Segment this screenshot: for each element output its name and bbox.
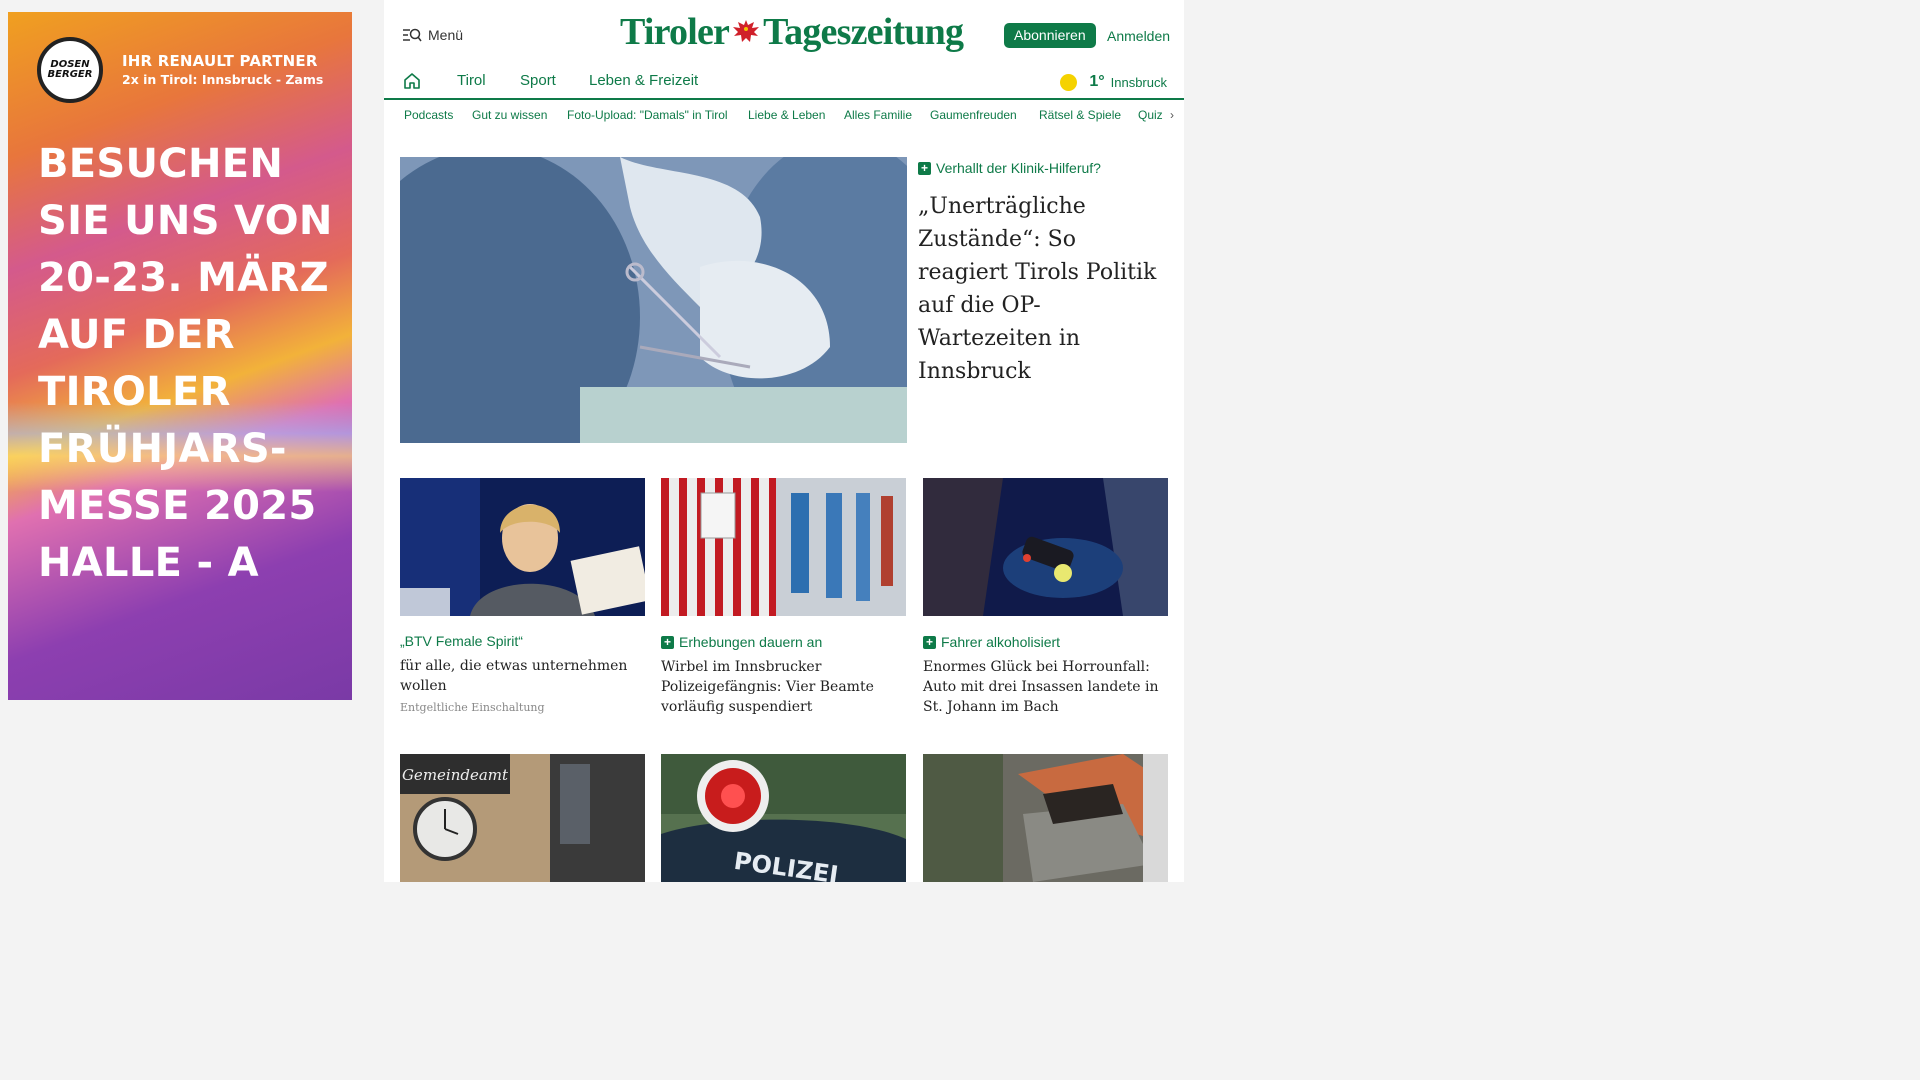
subnav-item-liebe-leben[interactable]: Liebe & Leben: [748, 108, 825, 122]
article-image: [661, 478, 906, 616]
dosenberger-logo: DOSEN BERGER: [37, 37, 103, 103]
subnav-item-alles-familie[interactable]: Alles Familie: [844, 108, 912, 122]
login-link[interactable]: Anmelden: [1107, 28, 1170, 44]
card-kicker: „BTV Female Spirit“: [400, 633, 523, 649]
plus-icon: +: [661, 635, 674, 649]
menu-search-icon: [403, 28, 422, 42]
weather-widget[interactable]: 1° Innsbruck: [1060, 73, 1167, 91]
sign-text: Gemeindeamt: [402, 766, 509, 784]
chevron-right-icon[interactable]: ›: [1170, 108, 1174, 122]
article-image: [923, 478, 1168, 616]
sponsored-note: Entgeltliche Einschaltung: [400, 701, 545, 714]
card-kicker: + Fahrer alkoholisiert: [923, 634, 1168, 650]
tyrolean-eagle-icon: [733, 20, 760, 42]
subscribe-button[interactable]: Abonnieren: [1004, 23, 1096, 48]
lead-kicker-text: Verhallt der Klinik-Hilferuf?: [936, 160, 1101, 176]
article-card[interactable]: + Fahrer alkoholisiert Enormes Glück bei…: [923, 478, 1168, 717]
article-image-gemeindeamt[interactable]: Gemeindeamt: [400, 754, 645, 882]
article-card[interactable]: „BTV Female Spirit“ für alle, die etwas …: [400, 478, 645, 714]
main-navigation: Tirol Sport Leben & Freizeit 1° Innsbruc…: [384, 68, 1184, 100]
subnav-item-gaumenfreuden[interactable]: Gaumenfreuden: [930, 108, 1017, 122]
surgery-photo: [400, 157, 907, 443]
tab-leben-freizeit[interactable]: Leben & Freizeit: [589, 72, 698, 89]
sun-icon: [1060, 73, 1078, 91]
subnav-item-foto-upload[interactable]: Foto-Upload: "Damals" in Tirol: [567, 108, 728, 122]
main-column: Menü Tiroler Tageszeitung Abonnieren Anm…: [384, 0, 1184, 882]
card-title: für alle, die etwas unternehmen wollen: [400, 658, 628, 694]
home-icon[interactable]: [403, 72, 421, 90]
plus-icon: +: [923, 635, 936, 649]
card-title: Wirbel im Innsbrucker Polizeigefängnis: …: [661, 659, 874, 715]
ad-headline: BESUCHEN SIE UNS VON 20-23. MÄRZ AUF DER…: [38, 141, 333, 586]
subnav-item-gut-zu-wissen[interactable]: Gut zu wissen: [472, 108, 547, 122]
article-image: [400, 478, 645, 616]
lead-story-image[interactable]: [400, 157, 907, 443]
advertisement-banner[interactable]: DOSEN BERGER IHR RENAULT PARTNER 2x in T…: [8, 12, 352, 700]
lead-story-kicker[interactable]: + Verhallt der Klinik-Hilferuf?: [918, 160, 1101, 176]
lead-story-title[interactable]: „Unerträgliche Zustände“: So reagiert Ti…: [918, 190, 1173, 388]
subnav-item-quiz[interactable]: Quiz: [1138, 108, 1163, 122]
weather-city: Innsbruck: [1110, 74, 1167, 90]
site-logo[interactable]: Tiroler Tageszeitung: [620, 10, 964, 54]
subnav-item-raetsel-spiele[interactable]: Rätsel & Spiele: [1039, 108, 1121, 122]
card-title: Enormes Glück bei Horrounfall: Auto mit …: [923, 659, 1159, 715]
logo-text-right: Tageszeitung: [763, 11, 964, 53]
article-card[interactable]: + Erhebungen dauern an Wirbel im Innsbru…: [661, 478, 906, 717]
subnav-item-podcasts[interactable]: Podcasts: [404, 108, 453, 122]
weather-temperature: 1°: [1089, 73, 1105, 90]
logo-text-left: Tiroler: [620, 11, 730, 53]
sub-navigation: Podcasts Gut zu wissen Foto-Upload: "Dam…: [384, 108, 1184, 126]
menu-button[interactable]: Menü: [402, 27, 463, 43]
tab-sport[interactable]: Sport: [520, 72, 556, 89]
plus-icon: +: [918, 161, 931, 175]
article-image-polizei[interactable]: POLIZEI: [661, 754, 906, 882]
tab-tirol[interactable]: Tirol: [457, 72, 486, 89]
article-image-fire[interactable]: [923, 754, 1168, 882]
ad-partner-text: IHR RENAULT PARTNER 2x in Tirol: Innsbru…: [122, 52, 324, 87]
card-kicker: + Erhebungen dauern an: [661, 634, 906, 650]
menu-label: Menü: [428, 27, 464, 43]
